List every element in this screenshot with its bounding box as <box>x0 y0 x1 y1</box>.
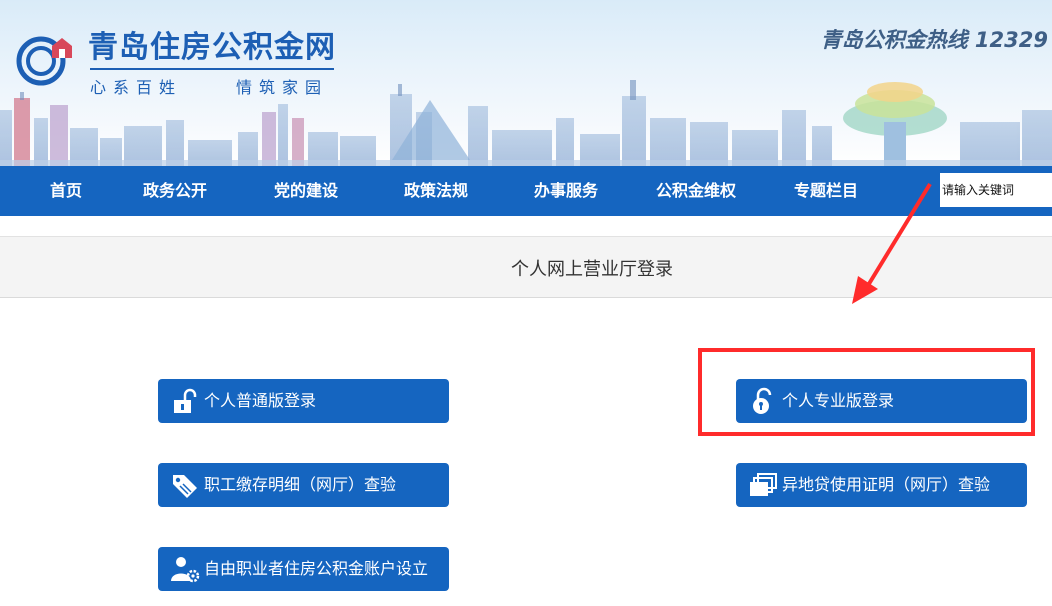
documents-stack-icon <box>750 473 777 496</box>
offsite-loan-cert-check-button[interactable]: 异地贷使用证明（网厅）查验 <box>736 463 1027 507</box>
highlight-box <box>698 348 1035 436</box>
user-gear-icon <box>171 557 200 583</box>
personal-basic-login-button[interactable]: 个人普通版登录 <box>158 379 449 423</box>
slogan-left: 心系百姓 <box>90 78 183 97</box>
nav-item-policies[interactable]: 政策法规 <box>404 166 468 216</box>
offsite-loan-cert-check-label: 异地贷使用证明（网厅）查验 <box>782 475 991 494</box>
nav-item-special-topics[interactable]: 专题栏目 <box>794 166 858 216</box>
site-header: 青岛住房公积金网 心系百姓 情筑家园 青岛公积金热线 12329 <box>0 0 1052 166</box>
title-underline <box>90 68 334 70</box>
search-input[interactable] <box>940 173 1052 207</box>
freelancer-account-setup-button[interactable]: 自由职业者住房公积金账户设立 <box>158 547 449 591</box>
page-title: 个人网上营业厅登录 <box>511 259 673 280</box>
nav-item-government-affairs[interactable]: 政务公开 <box>143 166 207 216</box>
freelancer-account-setup-label: 自由职业者住房公积金账户设立 <box>204 559 429 578</box>
employee-deposit-check-button[interactable]: 职工缴存明细（网厅）查验 <box>158 463 449 507</box>
main-nav-bar: 首页 政务公开 党的建设 政策法规 办事服务 公积金维权 专题栏目 <box>0 166 1052 216</box>
hotline-text: 青岛公积金热线 12329 <box>820 28 1048 52</box>
page-title-bar: 个人网上营业厅登录 <box>0 236 1052 298</box>
unlock-icon <box>174 388 197 413</box>
tag-icon <box>173 475 197 498</box>
slogan-right: 情筑家园 <box>236 78 329 97</box>
employee-deposit-check-label: 职工缴存明细（网厅）查验 <box>204 475 397 494</box>
nav-item-rights[interactable]: 公积金维权 <box>656 166 736 216</box>
nav-item-party-building[interactable]: 党的建设 <box>274 166 338 216</box>
site-logo-icon <box>16 36 72 86</box>
site-title: 青岛住房公积金网 <box>88 30 336 65</box>
nav-item-home[interactable]: 首页 <box>50 166 82 216</box>
personal-basic-login-label: 个人普通版登录 <box>204 391 317 410</box>
nav-item-services[interactable]: 办事服务 <box>534 166 598 216</box>
